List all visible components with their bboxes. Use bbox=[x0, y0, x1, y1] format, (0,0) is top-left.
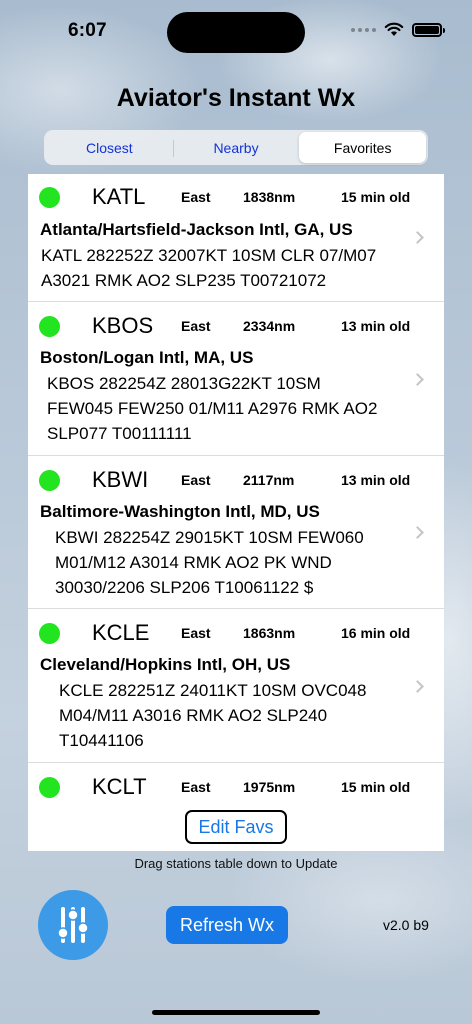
tab-closest[interactable]: Closest bbox=[46, 132, 173, 163]
station-ident: KCLE bbox=[92, 620, 150, 645]
station-distance: 2117nm bbox=[243, 472, 295, 488]
app-version: v2.0 b9 bbox=[383, 917, 429, 933]
metar-text: KATL 282252Z 32007KT 10SM CLR 07/M07 A30… bbox=[41, 243, 401, 293]
report-age: 15 min old bbox=[341, 189, 411, 205]
report-age: 13 min old bbox=[341, 472, 411, 488]
station-distance: 1838nm bbox=[243, 189, 296, 205]
metar-line: FEW045 FEW250 01/M11 A2976 RMK AO2 bbox=[47, 399, 378, 418]
report-age: 15 min old bbox=[341, 779, 411, 795]
report-age: 13 min old bbox=[341, 318, 411, 334]
station-row-kbos[interactable]: KBOS East 2334nm 13 min old Boston/Logan… bbox=[28, 302, 444, 456]
metar-line: T10441106 bbox=[59, 731, 144, 750]
station-ident: KBOS bbox=[92, 313, 154, 338]
metar-text: KBWI 282254Z 29015KT 10SM FEW060 M01/M12… bbox=[55, 525, 415, 600]
status-dot-icon bbox=[39, 470, 60, 491]
station-direction: East bbox=[181, 779, 211, 795]
wifi-icon bbox=[384, 22, 404, 36]
refresh-wx-button[interactable]: Refresh Wx bbox=[166, 906, 288, 944]
stations-table[interactable]: KATL East 1838nm 15 min old Atlanta/Hart… bbox=[28, 174, 444, 851]
station-direction: East bbox=[181, 625, 211, 641]
station-row-kbwi[interactable]: KBWI East 2117nm 13 min old Baltimore-Wa… bbox=[28, 456, 444, 609]
station-name: Atlanta/Hartsfield-Jackson Intl, GA, US bbox=[40, 220, 353, 239]
status-time: 6:07 bbox=[68, 20, 107, 41]
dynamic-island bbox=[167, 12, 305, 53]
report-age: 16 min old bbox=[341, 625, 411, 641]
metar-line: M01/M12 A3014 RMK AO2 PK WND bbox=[55, 553, 332, 572]
station-name: Boston/Logan Intl, MA, US bbox=[40, 348, 254, 367]
metar-line: A3021 RMK AO2 SLP235 T00721072 bbox=[41, 271, 327, 290]
status-dot-icon bbox=[39, 623, 60, 644]
station-distance: 1863nm bbox=[243, 625, 296, 641]
update-hint: Drag stations table down to Update bbox=[134, 856, 338, 871]
metar-line: KATL 282252Z 32007KT 10SM CLR 07/M07 bbox=[41, 246, 377, 265]
station-row-kcle[interactable]: KCLE East 1863nm 16 min old Cleveland/Ho… bbox=[28, 609, 444, 763]
chevron-right-icon bbox=[411, 231, 424, 244]
station-direction: East bbox=[181, 318, 211, 334]
metar-line: KCLE 282251Z 24011KT 10SM OVC048 bbox=[59, 681, 367, 700]
tab-favorites[interactable]: Favorites bbox=[299, 132, 427, 163]
station-ident: KATL bbox=[92, 184, 146, 209]
station-distance: 1975nm bbox=[243, 779, 296, 795]
status-dot-icon bbox=[39, 777, 60, 798]
status-dot-icon bbox=[39, 187, 60, 208]
station-name: Baltimore-Washington Intl, MD, US bbox=[40, 502, 320, 521]
settings-button[interactable] bbox=[38, 890, 108, 960]
metar-line: 30030/2206 SLP206 T10061122 $ bbox=[55, 578, 314, 597]
station-direction: East bbox=[181, 472, 211, 488]
metar-line: KBOS 282254Z 28013G22KT 10SM bbox=[47, 374, 321, 393]
battery-icon bbox=[412, 22, 445, 37]
metar-line: M04/M11 A3016 RMK AO2 SLP240 bbox=[59, 706, 328, 725]
cellular-signal-icon bbox=[351, 27, 376, 32]
sliders-icon bbox=[57, 907, 89, 943]
app-title: Aviator's Instant Wx bbox=[116, 84, 356, 112]
metar-text: KBOS 282254Z 28013G22KT 10SM FEW045 FEW2… bbox=[47, 371, 407, 446]
station-row-katl[interactable]: KATL East 1838nm 15 min old Atlanta/Hart… bbox=[28, 174, 444, 302]
metar-text: KCLE 282251Z 24011KT 10SM OVC048 M04/M11… bbox=[59, 678, 419, 753]
tab-nearby[interactable]: Nearby bbox=[172, 132, 300, 163]
station-distance: 2334nm bbox=[243, 318, 296, 334]
home-indicator[interactable] bbox=[152, 1010, 320, 1015]
station-ident: KBWI bbox=[92, 467, 149, 492]
station-name: Cleveland/Hopkins Intl, OH, US bbox=[40, 655, 291, 674]
status-dot-icon bbox=[39, 316, 60, 337]
edit-favs-button[interactable]: Edit Favs bbox=[185, 810, 287, 844]
metar-line: SLP077 T00111111 bbox=[47, 424, 192, 443]
chevron-right-icon bbox=[411, 373, 424, 386]
metar-line: KBWI 282254Z 29015KT 10SM FEW060 bbox=[55, 528, 364, 547]
status-icons bbox=[351, 22, 445, 37]
station-filter-tabs: Closest Nearby Favorites bbox=[44, 130, 428, 165]
station-direction: East bbox=[181, 189, 211, 205]
station-ident: KCLT bbox=[92, 774, 147, 799]
